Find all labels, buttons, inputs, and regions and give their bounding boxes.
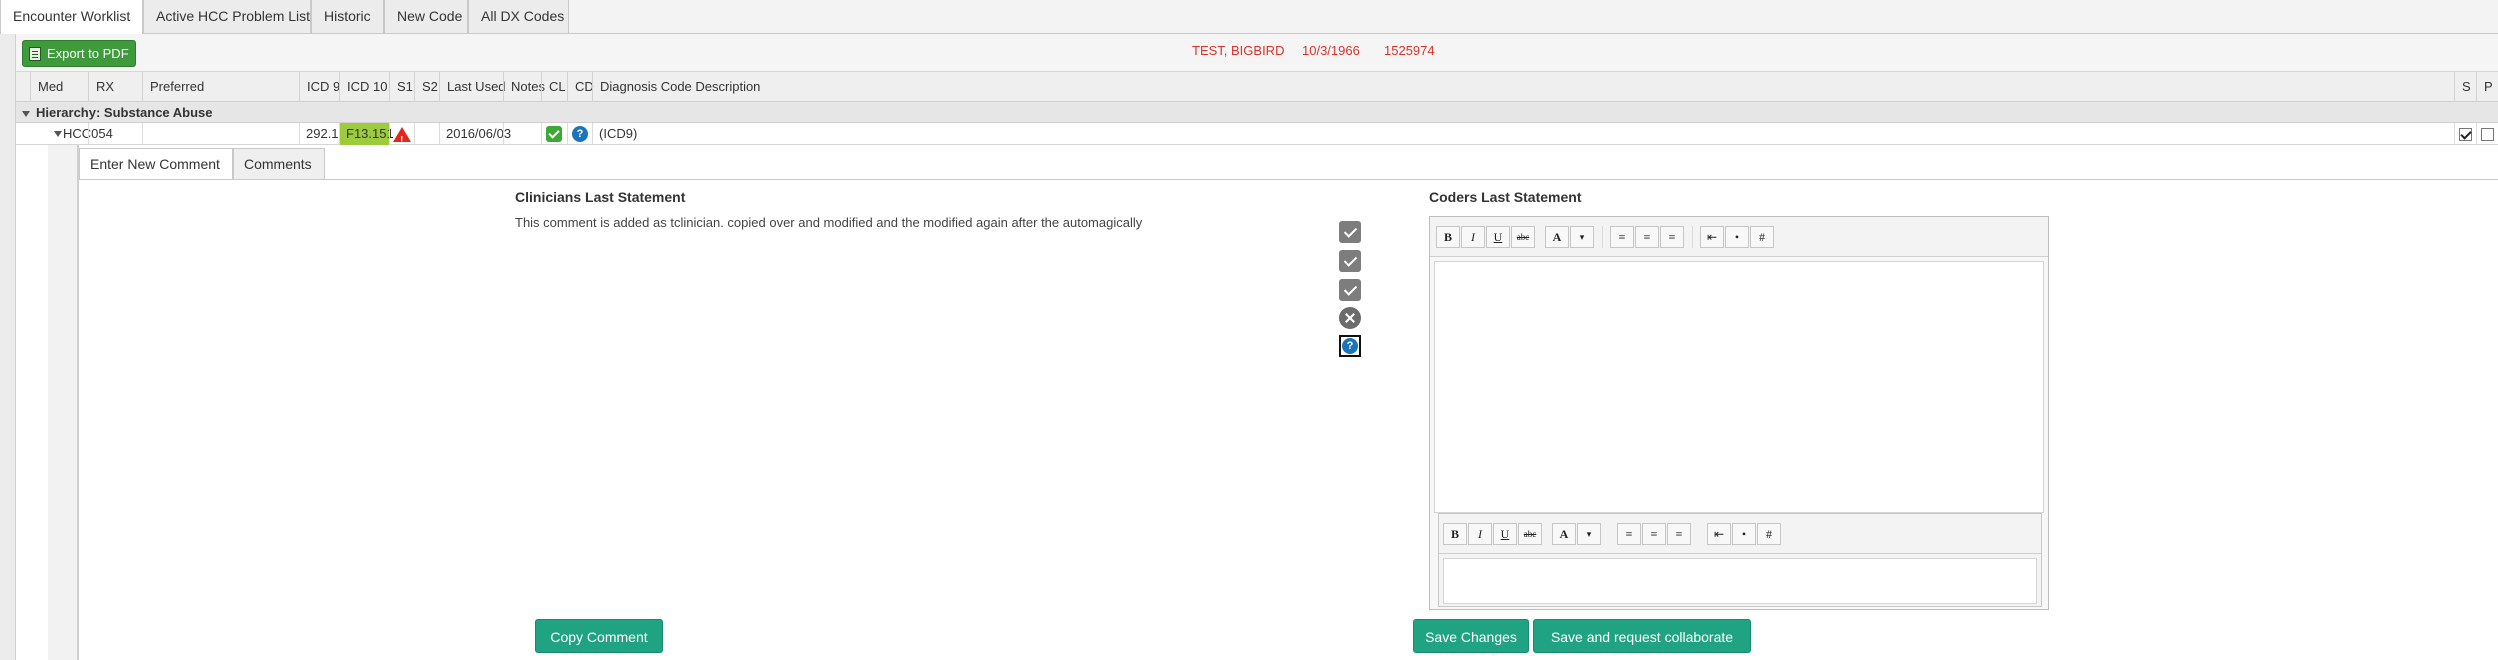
align-right-icon[interactable]: ≡ (1660, 226, 1684, 248)
font-color-button[interactable]: A (1545, 226, 1569, 248)
cell-description: (ICD9) (592, 123, 2452, 145)
cell-cl (541, 123, 567, 145)
tab-all-dx-codes[interactable]: All DX Codes (468, 0, 569, 34)
col-header-rx[interactable]: RX (88, 72, 142, 102)
toolbar-separator (1602, 226, 1603, 248)
col-header-description[interactable]: Diagnosis Code Description (592, 72, 1952, 102)
cell-icd9: 292.12 (299, 123, 346, 145)
cell-last-used: 2016/06/03 (439, 123, 511, 145)
detail-gutter (48, 145, 78, 660)
patient-id: 1525974 (1384, 43, 1435, 58)
cell-cd: ? (567, 123, 592, 145)
nested-align-center-icon[interactable]: ≡ (1642, 523, 1666, 545)
nested-bullet-list-icon[interactable]: • (1732, 523, 1756, 545)
export-pdf-button[interactable]: Export to PDF (22, 40, 136, 67)
export-pdf-label: Export to PDF (47, 46, 129, 61)
save-changes-button[interactable]: Save Changes (1413, 619, 1529, 653)
coder-text-area[interactable] (1434, 261, 2044, 513)
coder-editor: B I U abc A ▾ ≡ ≡ ≡ ⇤ • # B I U abc A ▾ … (1429, 216, 2049, 610)
grid-toolbar: Export to PDF TEST, BIGBIRD 10/3/1966 15… (16, 34, 2498, 72)
clinician-statement: This comment is added as tclinician. cop… (515, 215, 1143, 230)
detail-panel: Enter New Comment Comments Clinicians La… (78, 145, 2498, 660)
col-header-s[interactable]: S (2454, 72, 2476, 102)
nested-editor-toolbar: B I U abc A ▾ ≡ ≡ ≡ ⇤ • # (1439, 514, 2041, 554)
nested-font-color-button[interactable]: A (1552, 523, 1576, 545)
nested-bold-button[interactable]: B (1443, 523, 1467, 545)
font-color-dropdown[interactable]: ▾ (1570, 226, 1594, 248)
p-checkbox[interactable] (2481, 128, 2494, 141)
col-header-notes[interactable]: Notes (503, 72, 545, 102)
nested-numbered-list-icon[interactable]: # (1757, 523, 1781, 545)
cell-icd10: F13.151 (339, 123, 394, 145)
col-header-icd10[interactable]: ICD 10 (339, 72, 389, 102)
col-header-p[interactable]: P (2476, 72, 2498, 102)
approve-check-icon[interactable] (1339, 221, 1361, 243)
nested-align-right-icon[interactable]: ≡ (1667, 523, 1691, 545)
help-icon[interactable]: ? (572, 126, 588, 142)
grid-header: Med RX Preferred ICD 9 ICD 10 S1 S2 Last… (16, 72, 2498, 102)
col-header-icd9[interactable]: ICD 9 (299, 72, 340, 102)
collapse-triangle-icon[interactable] (22, 110, 30, 117)
save-and-collaborate-button[interactable]: Save and request collaborate (1533, 619, 1751, 653)
patient-dob: 10/3/1966 (1302, 43, 1360, 58)
nested-editor: B I U abc A ▾ ≡ ≡ ≡ ⇤ • # (1438, 513, 2042, 607)
toolbar-separator-2 (1692, 226, 1693, 248)
cell-notes (503, 123, 541, 145)
align-left-icon[interactable]: ≡ (1610, 226, 1634, 248)
nested-align-left-icon[interactable]: ≡ (1617, 523, 1641, 545)
nested-strikethrough-button[interactable]: abc (1518, 523, 1542, 545)
bullet-list-icon[interactable]: • (1725, 226, 1749, 248)
col-header-med[interactable]: Med (30, 72, 88, 102)
reject-close-icon[interactable] (1339, 307, 1361, 329)
group-label: Hierarchy: Substance Abuse (36, 105, 213, 120)
bold-button[interactable]: B (1436, 226, 1460, 248)
grid-gutter (0, 34, 16, 660)
tab-encounter-worklist[interactable]: Encounter Worklist (0, 0, 143, 35)
italic-button[interactable]: I (1461, 226, 1485, 248)
cell-rx (88, 123, 142, 145)
tab-enter-new-comment[interactable]: Enter New Comment (79, 148, 233, 180)
tab-active-hcc-problem-list[interactable]: Active HCC Problem List (143, 0, 311, 34)
underline-button[interactable]: U (1486, 226, 1510, 248)
col-header-s2[interactable]: S2 (414, 72, 439, 102)
warning-icon[interactable]: ! (393, 127, 411, 146)
cell-s1: ! (389, 123, 414, 146)
group-row[interactable]: Hierarchy: Substance Abuse (16, 102, 2498, 123)
pdf-icon (29, 47, 41, 61)
top-tab-bar: Encounter Worklist Active HCC Problem Li… (0, 0, 2498, 35)
check-icon[interactable] (546, 126, 562, 142)
query-help-icon[interactable]: ? (1339, 335, 1361, 357)
nested-outdent-icon[interactable]: ⇤ (1707, 523, 1731, 545)
col-header-last-used[interactable]: Last Used (439, 72, 506, 102)
approve-check-icon-3[interactable] (1339, 279, 1361, 301)
col-header-cl[interactable]: CL (541, 72, 567, 102)
cell-p (2476, 123, 2498, 145)
nested-font-color-dropdown[interactable]: ▾ (1577, 523, 1601, 545)
col-header-s1[interactable]: S1 (389, 72, 414, 102)
approve-check-icon-2[interactable] (1339, 250, 1361, 272)
nested-underline-button[interactable]: U (1493, 523, 1517, 545)
align-center-icon[interactable]: ≡ (1635, 226, 1659, 248)
nested-text-area[interactable] (1443, 558, 2037, 604)
cell-preferred (142, 123, 299, 145)
col-header-preferred[interactable]: Preferred (142, 72, 299, 102)
tab-historic[interactable]: Historic (311, 0, 384, 34)
cell-s (2454, 123, 2476, 145)
copy-comment-button[interactable]: Copy Comment (535, 619, 663, 653)
coder-title: Coders Last Statement (1429, 189, 1582, 205)
tab-new-code[interactable]: New Code (384, 0, 468, 34)
col-header-cd[interactable]: CD (567, 72, 594, 102)
strikethrough-button[interactable]: abc (1511, 226, 1535, 248)
editor-toolbar: B I U abc A ▾ ≡ ≡ ≡ ⇤ • # (1430, 217, 2048, 257)
patient-name: TEST, BIGBIRD (1192, 43, 1285, 58)
outdent-icon[interactable]: ⇤ (1700, 226, 1724, 248)
clinician-title: Clinicians Last Statement (515, 189, 686, 205)
table-row[interactable]: HCC054 292.12 F13.151 ! 2016/06/03 ? (IC… (16, 123, 2498, 146)
comment-panel: Clinicians Last Statement This comment i… (79, 179, 2498, 660)
cell-s2 (414, 123, 439, 145)
nested-italic-button[interactable]: I (1468, 523, 1492, 545)
s-checkbox[interactable] (2459, 128, 2472, 141)
numbered-list-icon[interactable]: # (1750, 226, 1774, 248)
tab-comments[interactable]: Comments (233, 148, 325, 180)
